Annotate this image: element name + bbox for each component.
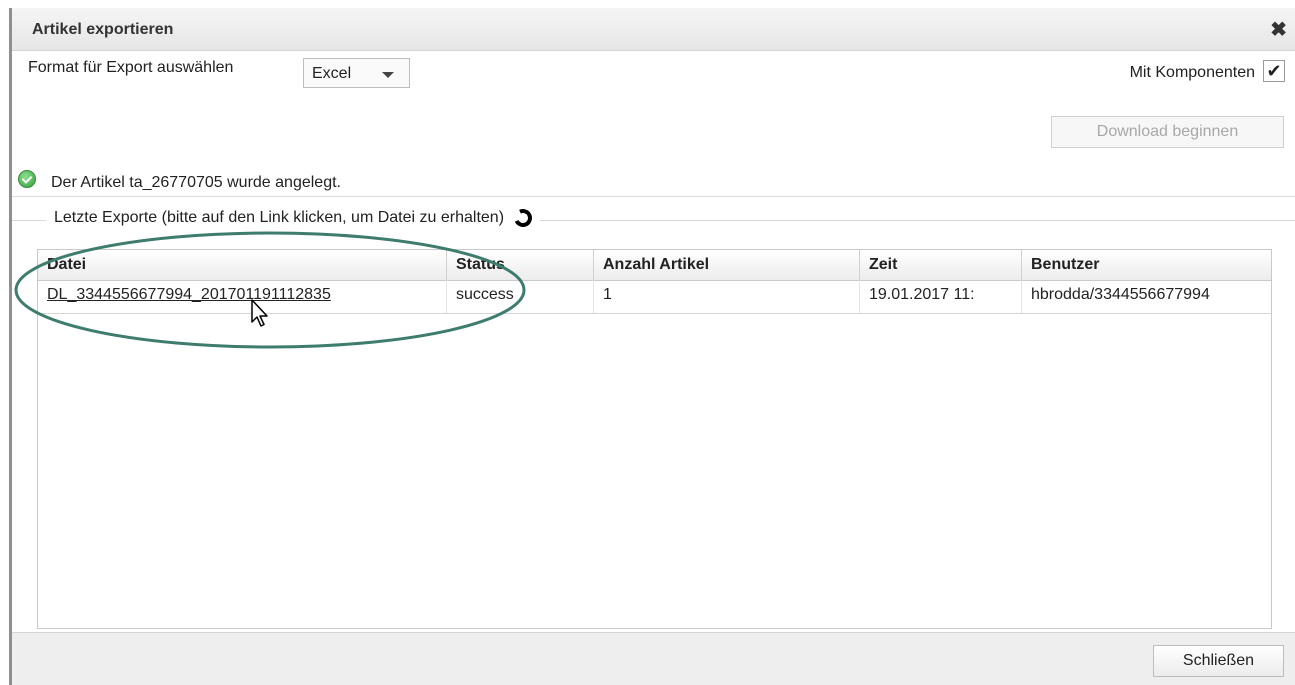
- divider: [12, 196, 1295, 197]
- chevron-down-icon: [382, 72, 394, 78]
- format-label: Format für Export auswählen: [28, 59, 234, 76]
- download-button[interactable]: Download beginnen: [1051, 116, 1284, 148]
- cell-datei: DL_3344556677994_201701191112835: [38, 280, 447, 313]
- components-label: Mit Komponenten: [1129, 64, 1255, 81]
- format-selected-value: Excel: [312, 65, 352, 82]
- dialog-title: Artikel exportieren: [32, 21, 174, 38]
- status-text: Der Artikel ta_26770705 wurde angelegt.: [51, 174, 341, 191]
- table-header: Datei Status Anzahl Artikel Zeit Benutze…: [38, 250, 1271, 281]
- close-icon[interactable]: ✖: [1270, 20, 1287, 40]
- exports-legend: Letzte Exporte (bitte auf den Link klick…: [46, 206, 541, 230]
- dialog-titlebar: Artikel exportieren ✖: [12, 8, 1295, 51]
- format-select[interactable]: Excel: [303, 58, 410, 88]
- column-header-status[interactable]: Status: [447, 250, 594, 280]
- cell-benutzer: hbrodda/3344556677994: [1031, 286, 1210, 303]
- dialog-footer: Schließen: [12, 632, 1295, 685]
- cell-anzahl: 1: [594, 280, 860, 313]
- export-file-link[interactable]: DL_3344556677994_201701191112835: [47, 286, 331, 303]
- column-header-anzahl[interactable]: Anzahl Artikel: [594, 250, 860, 280]
- check-circle-icon: [18, 170, 36, 188]
- exports-table: Datei Status Anzahl Artikel Zeit Benutze…: [37, 249, 1272, 629]
- close-button[interactable]: Schließen: [1153, 645, 1284, 677]
- exports-legend-text: Letzte Exporte (bitte auf den Link klick…: [54, 209, 505, 226]
- column-header-benutzer[interactable]: Benutzer: [1022, 250, 1271, 280]
- cell-status: success: [447, 280, 594, 313]
- mouse-pointer-icon: [251, 299, 268, 327]
- column-header-datei[interactable]: Datei: [38, 250, 447, 280]
- cell-zeit: 19.01.2017 11:: [860, 280, 1022, 313]
- loading-spinner-icon: [511, 206, 535, 230]
- components-checkbox[interactable]: ✔: [1263, 60, 1285, 82]
- export-dialog: Artikel exportieren ✖ Format für Export …: [9, 8, 1295, 685]
- table-row[interactable]: DL_3344556677994_201701191112835 success…: [38, 280, 1271, 314]
- column-header-zeit[interactable]: Zeit: [860, 250, 1022, 280]
